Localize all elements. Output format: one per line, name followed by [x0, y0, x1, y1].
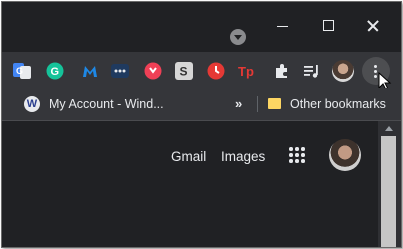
svg-text:Tp: Tp [238, 64, 254, 79]
bookmark-my-account[interactable]: My Account - Wind... [49, 97, 164, 111]
maximize-button[interactable] [314, 14, 342, 38]
gmail-link[interactable]: Gmail [171, 149, 206, 164]
profile-avatar[interactable] [332, 60, 354, 82]
google-translate-icon[interactable]: G [13, 62, 31, 80]
grammarly-icon[interactable]: G [46, 62, 64, 80]
puzzle-extensions-icon[interactable] [273, 62, 291, 80]
tab-search-icon[interactable] [230, 29, 246, 45]
bookmarks-bar: W My Account - Wind... » Other bookmarks [2, 88, 401, 121]
images-link[interactable]: Images [221, 149, 265, 164]
folder-icon [268, 98, 281, 109]
vertical-scrollbar[interactable] [378, 121, 401, 247]
clock-extension-icon[interactable] [207, 62, 225, 80]
menu-dot-icon [374, 70, 377, 73]
menu-dot-icon [374, 65, 377, 68]
tp-extension-icon[interactable]: Tp [238, 62, 256, 80]
title-bar [2, 2, 401, 52]
malwarebytes-icon[interactable] [81, 62, 99, 80]
google-apps-icon[interactable] [289, 147, 305, 163]
more-dots-extension-icon[interactable] [111, 62, 129, 80]
svg-text:S: S [180, 65, 188, 79]
other-bookmarks-button[interactable]: Other bookmarks [290, 97, 386, 111]
scrollbar-thumb[interactable] [381, 136, 396, 247]
windows-account-icon: W [24, 96, 40, 112]
svg-text:G: G [16, 66, 23, 76]
pocket-icon[interactable] [144, 62, 162, 80]
minimize-button[interactable] [269, 14, 297, 38]
scroll-up-arrow-icon[interactable] [385, 126, 393, 131]
extensions-toolbar: G G S Tp [2, 52, 401, 91]
bookmarks-overflow-button[interactable]: » [235, 96, 242, 111]
browser-window: G G S Tp W My Account - Wind... » Other … [1, 1, 402, 248]
menu-dot-icon [374, 75, 377, 78]
svg-text:G: G [51, 66, 60, 78]
page-content: Gmail Images [2, 121, 378, 247]
media-queue-icon[interactable] [303, 62, 321, 80]
google-account-avatar[interactable] [329, 139, 361, 171]
bookmarks-divider [257, 96, 258, 112]
close-button[interactable] [359, 14, 387, 38]
s-extension-icon[interactable]: S [175, 62, 193, 80]
